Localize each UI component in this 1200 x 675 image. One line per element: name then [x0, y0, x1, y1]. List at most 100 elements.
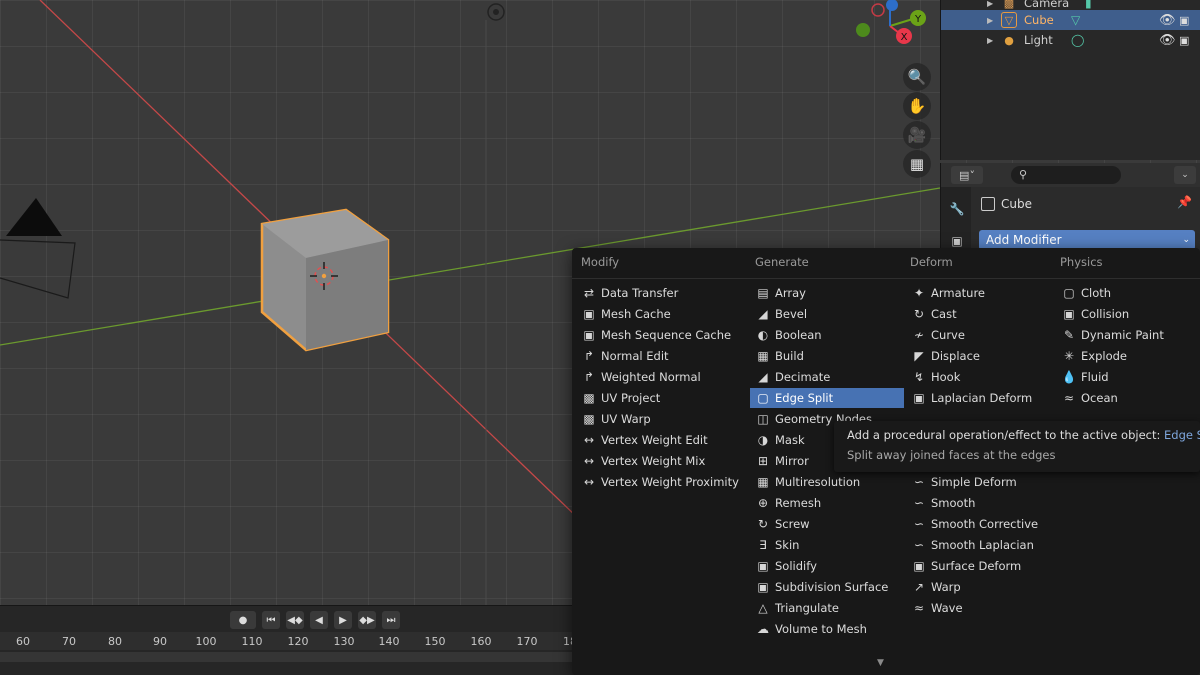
menu-item-solidify[interactable]: ▣ Solidify [750, 556, 904, 576]
menu-item-mesh-sequence-cache[interactable]: ▣ Mesh Sequence Cache [576, 325, 746, 345]
eye-visibility-icon[interactable]: 👁 [1159, 13, 1176, 28]
menu-item-mesh-cache[interactable]: ▣ Mesh Cache [576, 304, 746, 324]
menu-item-surface-deform[interactable]: ▣ Surface Deform [906, 556, 1056, 576]
menu-item-armature[interactable]: ✦ Armature [906, 283, 1056, 303]
menu-item-collision[interactable]: ▣ Collision [1056, 304, 1196, 324]
mesh-data-icon: ▽ [1071, 13, 1081, 27]
eye-visibility-icon[interactable]: 👁 [1159, 33, 1176, 48]
light-object-icon: ● [1004, 33, 1014, 47]
menu-item-normal-edit[interactable]: ↱ Normal Edit [576, 346, 746, 366]
editor-type-icon[interactable]: ▤˅ [951, 166, 983, 184]
menu-item-screw[interactable]: ↻ Screw [750, 514, 904, 534]
menu-item-smooth-laplacian[interactable]: ∽ Smooth Laplacian [906, 535, 1056, 555]
frame-number: 70 [62, 635, 76, 648]
render-camera-icon[interactable]: ▣ [1179, 14, 1189, 27]
menu-column-header: Physics [1060, 255, 1103, 269]
menu-item-uv-project[interactable]: ▩ UV Project [576, 388, 746, 408]
menu-item-smooth-corrective[interactable]: ∽ Smooth Corrective [906, 514, 1056, 534]
frame-number: 130 [333, 635, 355, 648]
menu-item-smooth[interactable]: ∽ Smooth [906, 493, 1056, 513]
object-name: Cube [1001, 197, 1032, 211]
tool-tab-icon[interactable]: 🔧 [947, 199, 967, 219]
menu-item-bevel[interactable]: ◢ Bevel [750, 304, 904, 324]
perspective-grid-icon[interactable]: ▦ [903, 150, 931, 178]
menu-item-subdivision-surface[interactable]: ▣ Subdivision Surface [750, 577, 904, 597]
properties-search-input[interactable]: ⚲ [1011, 166, 1121, 184]
prev-keyframe-icon[interactable]: ◀◆ [286, 611, 304, 629]
menu-item-remesh[interactable]: ⊕ Remesh [750, 493, 904, 513]
menu-item-curve[interactable]: ≁ Curve [906, 325, 1056, 345]
menu-item-weighted-normal[interactable]: ↱ Weighted Normal [576, 367, 746, 387]
menu-item-edge-split[interactable]: ▢ Edge Split [750, 388, 904, 408]
menu-item-fluid[interactable]: 💧 Fluid [1056, 367, 1196, 387]
light-gizmo[interactable] [487, 3, 505, 21]
expand-arrow-icon[interactable]: ▶ [987, 0, 993, 8]
menu-item-ocean[interactable]: ≈ Ocean [1056, 388, 1196, 408]
zoom-icon[interactable]: 🔍 [903, 63, 931, 91]
jump-start-icon[interactable]: ⏮ [262, 611, 280, 629]
menu-item-cloth[interactable]: ▢ Cloth [1056, 283, 1196, 303]
menu-column-header: Deform [910, 255, 953, 269]
menu-item-label: Vertex Weight Edit [601, 433, 708, 447]
scroll-down-icon[interactable]: ▼ [877, 658, 884, 668]
jump-end-icon[interactable]: ⏭ [382, 611, 400, 629]
vertex-weight-proximity-icon: ↔ [583, 475, 595, 489]
menu-item-label: Smooth Laplacian [931, 538, 1034, 552]
menu-item-explode[interactable]: ✳ Explode [1056, 346, 1196, 366]
laplacian-deform-icon: ▣ [913, 391, 925, 405]
menu-item-hook[interactable]: ↯ Hook [906, 367, 1056, 387]
menu-item-label: Data Transfer [601, 286, 679, 300]
outliner-row-light[interactable]: ▶ ● Light ◯ 👁 ▣ [941, 30, 1200, 50]
chevron-down-icon[interactable]: ⌄ [1174, 166, 1196, 184]
menu-item-uv-warp[interactable]: ▩ UV Warp [576, 409, 746, 429]
menu-item-warp[interactable]: ↗ Warp [906, 577, 1056, 597]
menu-item-displace[interactable]: ◤ Displace [906, 346, 1056, 366]
camera-view-icon[interactable]: 🎥 [903, 121, 931, 149]
menu-item-label: Multiresolution [775, 475, 861, 489]
smooth-icon: ∽ [913, 496, 925, 510]
menu-item-simple-deform[interactable]: ∽ Simple Deform [906, 472, 1056, 492]
menu-item-data-transfer[interactable]: ⇄ Data Transfer [576, 283, 746, 303]
menu-item-cast[interactable]: ↻ Cast [906, 304, 1056, 324]
menu-item-decimate[interactable]: ◢ Decimate [750, 367, 904, 387]
menu-item-vertex-weight-proximity[interactable]: ↔ Vertex Weight Proximity [576, 472, 746, 492]
menu-item-triangulate[interactable]: △ Triangulate [750, 598, 904, 618]
normal-edit-icon: ↱ [583, 349, 595, 363]
mask-icon: ◑ [757, 433, 769, 447]
menu-item-volume-to-mesh[interactable]: ☁ Volume to Mesh [750, 619, 904, 639]
frame-number: 160 [470, 635, 492, 648]
menu-item-skin[interactable]: ∃ Skin [750, 535, 904, 555]
play-reverse-icon[interactable]: ◀ [310, 611, 328, 629]
outliner-row-cube[interactable]: ▶ ▽ Cube ▽ 👁 ▣ [941, 10, 1200, 30]
expand-arrow-icon[interactable]: ▶ [987, 16, 993, 25]
menu-item-build[interactable]: ▦ Build [750, 346, 904, 366]
dynamic-paint-icon: ✎ [1063, 328, 1075, 342]
camera-object[interactable] [0, 198, 76, 299]
outliner-item-name: Camera [1024, 0, 1070, 10]
add-modifier-button[interactable]: Add Modifier ⌄ [979, 230, 1195, 250]
menu-item-array[interactable]: ▤ Array [750, 283, 904, 303]
record-icon[interactable]: ● [230, 611, 256, 629]
menu-item-label: Displace [931, 349, 980, 363]
array-icon: ▤ [757, 286, 769, 300]
cloth-icon: ▢ [1063, 286, 1075, 300]
screw-icon: ↻ [757, 517, 769, 531]
menu-item-vertex-weight-edit[interactable]: ↔ Vertex Weight Edit [576, 430, 746, 450]
pin-icon[interactable]: 📌 [1177, 195, 1192, 209]
outliner-panel[interactable]: ▶ ▩ Camera ▮ ▶ ▽ Cube ▽ 👁 ▣ ▶ ● Light ◯ … [940, 0, 1200, 160]
navigation-gizmo[interactable]: Y X [856, 0, 926, 44]
menu-item-vertex-weight-mix[interactable]: ↔ Vertex Weight Mix [576, 451, 746, 471]
play-icon[interactable]: ▶ [334, 611, 352, 629]
menu-item-wave[interactable]: ≈ Wave [906, 598, 1056, 618]
expand-arrow-icon[interactable]: ▶ [987, 36, 993, 45]
menu-item-multiresolution[interactable]: ▦ Multiresolution [750, 472, 904, 492]
next-keyframe-icon[interactable]: ◆▶ [358, 611, 376, 629]
menu-item-boolean[interactable]: ◐ Boolean [750, 325, 904, 345]
menu-item-dynamic-paint[interactable]: ✎ Dynamic Paint [1056, 325, 1196, 345]
cube-object[interactable] [260, 208, 390, 352]
hand-pan-icon[interactable]: ✋ [903, 92, 931, 120]
render-camera-icon[interactable]: ▣ [1179, 34, 1189, 47]
menu-item-label: Screw [775, 517, 810, 531]
mesh-cache-icon: ▣ [583, 307, 595, 321]
menu-item-laplacian-deform[interactable]: ▣ Laplacian Deform [906, 388, 1056, 408]
